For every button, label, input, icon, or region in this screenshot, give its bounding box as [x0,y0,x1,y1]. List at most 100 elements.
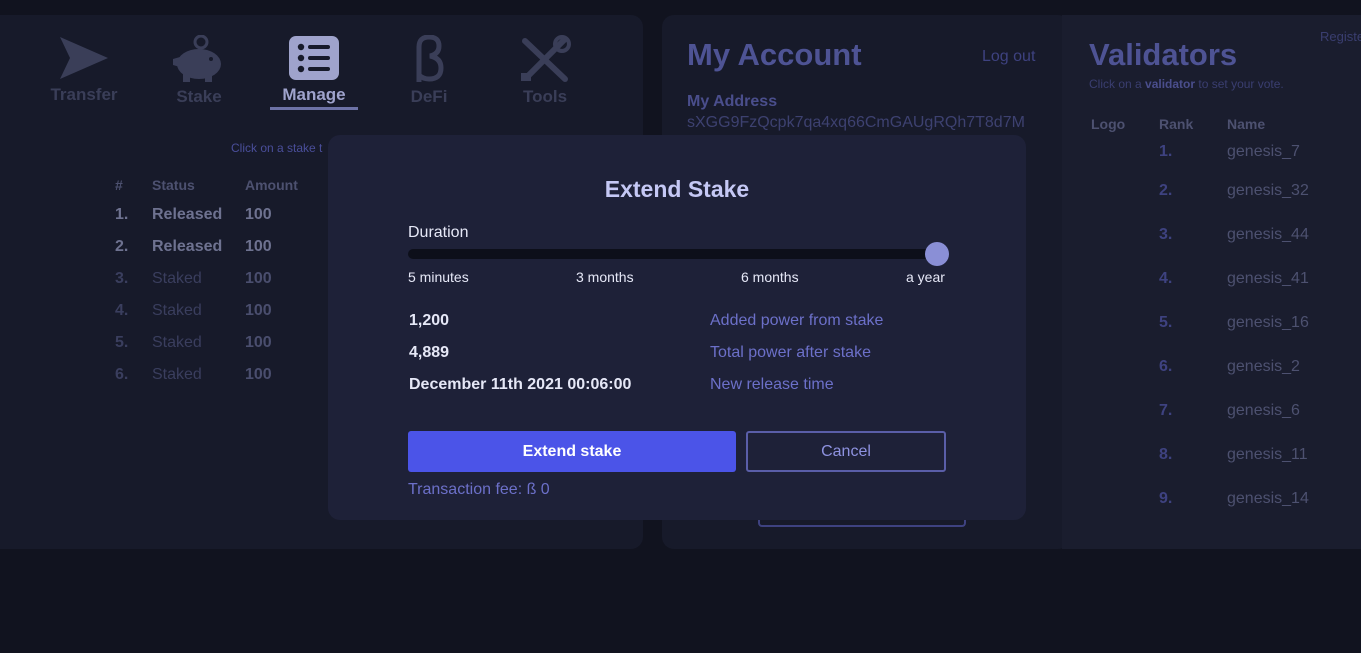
row-amount: 100 [245,366,272,383]
subtitle-bold: validator [1145,77,1196,91]
col-status: Status [152,177,195,193]
manage-hint: Click on a stake t [231,141,323,155]
total-power-value: 4,889 [409,344,450,361]
nav-manage-label: Manage [270,85,358,110]
table-row[interactable]: 2. Released 100 [115,231,325,263]
row-number: 5. [115,334,129,351]
validators-title: Validators [1089,37,1238,72]
validator-row[interactable]: 7. genesis_6 [1062,402,1361,422]
row-amount: 100 [245,206,272,223]
tick-label: a year [906,269,945,285]
validator-rank: 3. [1159,226,1173,243]
address-value: sXGG9FzQcpk7qa4xq66CmGAUgRQh7T8d7M [687,114,1025,131]
col-amount: Amount [245,177,298,193]
list-icon [289,36,339,80]
tick-label: 6 months [741,269,799,285]
nav-stake[interactable]: Stake [149,35,249,107]
validator-name: genesis_7 [1227,143,1300,160]
address-label: My Address [687,93,778,110]
row-number: 3. [115,270,129,287]
row-status: Staked [152,302,202,319]
validator-row[interactable]: 4. genesis_41 [1062,270,1361,290]
subtitle-text: to set your vote. [1198,77,1284,91]
table-row[interactable]: 3. Staked 100 [115,263,325,295]
extend-stake-modal: Extend Stake Duration 5 minutes 3 months… [328,135,1026,520]
row-amount: 100 [245,270,272,287]
duration-label: Duration [408,224,469,241]
row-status: Staked [152,270,202,287]
release-time-value: December 11th 2021 00:06:00 [409,376,632,393]
row-number: 2. [115,238,129,255]
added-power-label: Added power from stake [710,312,884,329]
logout-link[interactable]: Log out [982,48,1035,66]
validator-row[interactable]: 1. genesis_7 [1062,143,1361,163]
validator-rank: 2. [1159,182,1173,199]
row-amount: 100 [245,334,272,351]
col-rank: Rank [1159,116,1194,132]
table-row[interactable]: 5. Staked 100 [115,327,325,359]
nav-tools-label: Tools [522,87,568,106]
row-status: Staked [152,334,202,351]
row-amount: 100 [245,302,272,319]
nav-transfer-label: Transfer [50,85,118,104]
row-number: 6. [115,366,129,383]
row-status: Staked [152,366,202,383]
tick-label: 5 minutes [408,269,469,285]
validator-row[interactable]: 3. genesis_44 [1062,226,1361,246]
table-row[interactable]: 6. Staked 100 [115,359,325,391]
row-amount: 100 [245,238,272,255]
added-power-value: 1,200 [409,312,450,329]
validator-rank: 7. [1159,402,1173,419]
col-name: Name [1227,116,1266,132]
modal-title: Extend Stake [604,176,750,202]
extend-stake-button[interactable]: Extend stake [408,431,736,472]
table-header: # Status Amount [115,177,325,199]
col-logo: Logo [1091,116,1126,132]
nav-transfer[interactable]: Transfer [34,35,134,105]
validator-rank: 6. [1159,358,1173,375]
validators-panel: Registe Validators Click on a validator … [1062,15,1361,549]
validator-rank: 1. [1159,143,1173,160]
cancel-button[interactable]: Cancel [746,431,946,472]
validator-rank: 9. [1159,490,1173,507]
table-row[interactable]: 4. Staked 100 [115,295,325,327]
row-number: 1. [115,206,129,223]
total-power-label: Total power after stake [710,344,871,361]
duration-slider-track[interactable] [408,249,944,259]
validators-subtitle: Click on a validator to set your vote. [1089,77,1284,91]
row-number: 4. [115,302,129,319]
row-status: Released [152,206,223,223]
nav-defi-label: DeFi [410,87,448,106]
validator-row[interactable]: 2. genesis_32 [1062,182,1361,202]
validator-row[interactable]: 5. genesis_16 [1062,314,1361,334]
validator-row[interactable]: 6. genesis_2 [1062,358,1361,378]
validator-row[interactable]: 8. genesis_11 [1062,446,1361,466]
col-number: # [115,177,123,193]
validator-name: genesis_32 [1227,182,1309,199]
tools-icon [521,35,571,82]
validator-rank: 8. [1159,446,1173,463]
row-status: Released [152,238,223,255]
validator-name: genesis_16 [1227,314,1309,331]
validator-name: genesis_14 [1227,490,1309,507]
validator-rank: 4. [1159,270,1173,287]
register-link[interactable]: Registe [1320,29,1361,44]
transaction-fee: Transaction fee: ß 0 [408,481,550,498]
validator-name: genesis_44 [1227,226,1309,243]
validator-name: genesis_6 [1227,402,1300,419]
nav-tools[interactable]: Tools [495,35,595,107]
validator-row[interactable]: 9. genesis_14 [1062,490,1361,510]
subtitle-text: Click on a [1089,77,1142,91]
stakes-table: # Status Amount 1. Released 100 2. Relea… [115,177,325,391]
account-title: My Account [687,37,862,72]
validator-rank: 5. [1159,314,1173,331]
nav-defi[interactable]: DeFi [379,35,479,107]
piggy-bank-icon [173,35,221,82]
table-row[interactable]: 1. Released 100 [115,199,325,231]
nav-manage[interactable]: Manage [264,35,364,110]
nav-stake-label: Stake [176,87,222,106]
validator-name: genesis_2 [1227,358,1300,375]
duration-slider-thumb[interactable] [925,242,949,266]
beta-icon [416,35,444,82]
tick-label: 3 months [576,269,634,285]
